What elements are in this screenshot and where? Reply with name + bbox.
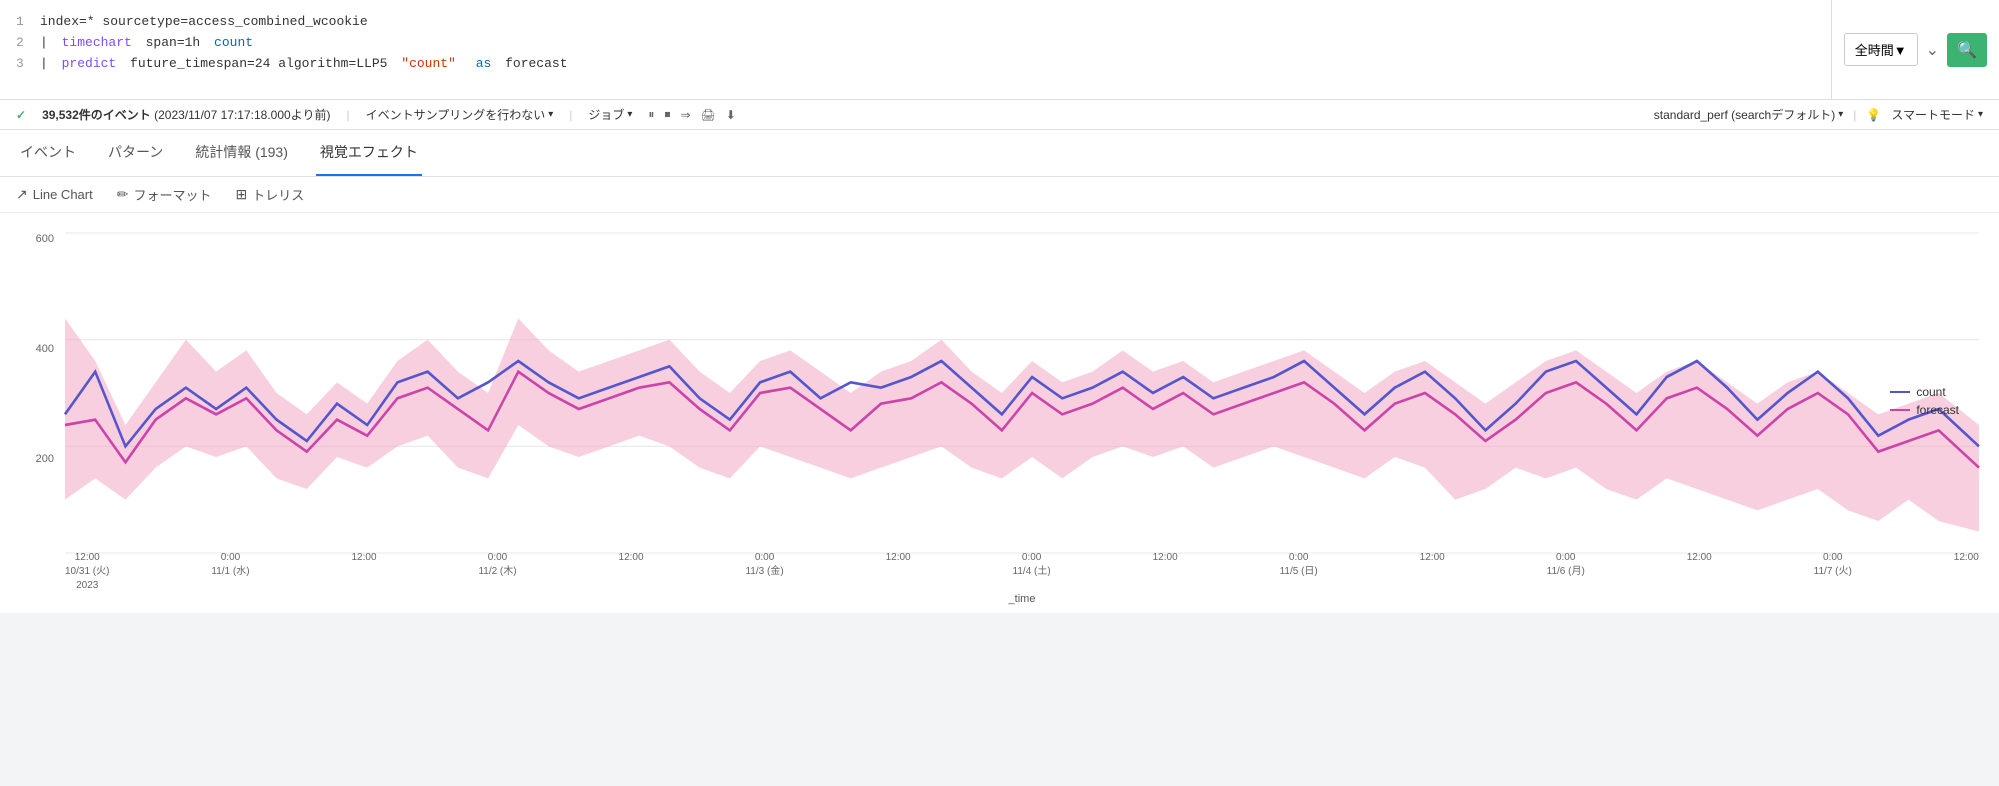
sampling-dropdown[interactable]: イベントサンプリングを行わない <box>366 106 554 123</box>
perf-dropdown[interactable]: standard_perf (searchデフォルト) <box>1654 106 1843 123</box>
x-label-1104-12: 12:00 <box>1153 551 1178 593</box>
x-label-1031-12: 12:0010/31 (火)2023 <box>65 551 109 593</box>
status-events: 39,532件のイベント (2023/11/07 17:17:18.000より前… <box>42 106 330 123</box>
chart-container: 600 400 200 12:0010/31 (火)2 <box>0 213 1999 613</box>
trellis-icon: ⊞ <box>235 186 247 203</box>
x-label-1101-12: 12:00 <box>351 551 376 593</box>
x-label-1103-12: 12:00 <box>886 551 911 593</box>
x-label-1105-00: 0:0011/5 (日) <box>1280 551 1318 593</box>
y-label-400: 400 <box>36 343 54 355</box>
bulb-icon: 💡 <box>1866 108 1881 122</box>
y-label-600: 600 <box>36 233 54 245</box>
expand-button[interactable]: ⌄ <box>1926 40 1939 60</box>
time-selector[interactable]: 全時間▼ <box>1844 33 1918 66</box>
chart-svg <box>65 233 1979 553</box>
search-icon: 🔍 <box>1957 40 1977 60</box>
x-label-1105-12: 12:00 <box>1420 551 1445 593</box>
query-line-2: 2 | timechart span=1h count <box>16 33 1815 54</box>
x-label-1102-00: 0:0011/2 (木) <box>478 551 516 593</box>
search-button[interactable]: 🔍 <box>1947 33 1987 67</box>
status-bar: ✓ 39,532件のイベント (2023/11/07 17:17:18.000よ… <box>0 100 1999 130</box>
trellis-label: トレリス <box>252 185 304 204</box>
legend-count-line <box>1890 391 1910 393</box>
chart-plot-area <box>65 233 1979 553</box>
x-axis: 12:0010/31 (火)2023 0:0011/1 (水) 12:00 0:… <box>65 551 1979 593</box>
status-icons: ⏸ ⏹ ⇒ 🖨 ⬇ <box>648 107 735 122</box>
download-icon[interactable]: ⬇ <box>726 108 736 122</box>
line-chart-label: Line Chart <box>33 187 93 202</box>
query-controls: 全時間▼ ⌄ 🔍 <box>1831 0 1999 99</box>
tab-statistics[interactable]: 統計情報 (193) <box>191 130 292 176</box>
x-label-1107-00: 0:0011/7 (火) <box>1814 551 1852 593</box>
tab-patterns[interactable]: パターン <box>104 130 167 176</box>
x-label-1107-12: 12:00 <box>1954 551 1979 593</box>
refresh-icon[interactable]: ⇒ <box>680 108 690 122</box>
smart-mode-dropdown[interactable]: スマートモード <box>1891 106 1983 123</box>
tabs-bar: イベント パターン 統計情報 (193) 視覚エフェクト <box>0 130 1999 177</box>
print-icon[interactable]: 🖨 <box>701 108 716 122</box>
line-chart-icon: ↗ <box>16 186 28 203</box>
y-label-200: 200 <box>36 453 54 465</box>
legend-count: count <box>1890 385 1959 399</box>
status-check: ✓ <box>16 108 26 122</box>
tab-visualization[interactable]: 視覚エフェクト <box>316 130 422 176</box>
query-line-3: 3 | predict future_timespan=24 algorithm… <box>16 54 1815 75</box>
count-string: "count" <box>401 54 456 75</box>
legend-forecast-line <box>1890 409 1910 411</box>
legend-forecast-label: forecast <box>1916 403 1959 417</box>
line-num-3: 3 <box>16 54 34 75</box>
pause-icon[interactable]: ⏸ <box>648 107 654 122</box>
count-keyword: count <box>214 33 253 54</box>
trellis-button[interactable]: ⊞ トレリス <box>235 185 304 204</box>
format-label: フォーマット <box>133 185 211 204</box>
sub-toolbar: ↗ Line Chart ✏ フォーマット ⊞ トレリス <box>0 177 1999 213</box>
x-label-1104-00: 0:0011/4 (土) <box>1013 551 1051 593</box>
legend-count-label: count <box>1916 385 1945 399</box>
query-bar: 1 index=* sourcetype=access_combined_wco… <box>0 0 1999 100</box>
timechart-cmd: timechart <box>62 33 132 54</box>
line-num-2: 2 <box>16 33 34 54</box>
chart-wrap: 600 400 200 12:0010/31 (火)2 <box>20 233 1979 613</box>
format-button[interactable]: ✏ フォーマット <box>117 185 212 204</box>
stop-icon[interactable]: ⏹ <box>664 107 670 122</box>
x-label-1103-00: 0:0011/3 (金) <box>745 551 783 593</box>
status-right: standard_perf (searchデフォルト) | 💡 スマートモード <box>1654 106 1983 123</box>
x-label-1101-00: 0:0011/1 (水) <box>211 551 249 593</box>
jobs-dropdown[interactable]: ジョブ <box>588 106 632 123</box>
y-axis: 600 400 200 <box>20 233 60 563</box>
x-label-1102-12: 12:00 <box>619 551 644 593</box>
legend-forecast: forecast <box>1890 403 1959 417</box>
x-label-1106-00: 0:0011/6 (月) <box>1547 551 1585 593</box>
query-editor[interactable]: 1 index=* sourcetype=access_combined_wco… <box>0 0 1831 99</box>
x-axis-title: _time <box>65 591 1979 613</box>
format-icon: ✏ <box>117 186 129 203</box>
query-text-1: index=* sourcetype=access_combined_wcook… <box>40 12 368 33</box>
x-label-1106-12: 12:00 <box>1687 551 1712 593</box>
as-keyword: as <box>476 54 492 75</box>
tab-events[interactable]: イベント <box>16 130 80 176</box>
line-chart-button[interactable]: ↗ Line Chart <box>16 186 93 203</box>
confidence-band <box>65 318 1979 531</box>
chart-legend: count forecast <box>1890 385 1959 421</box>
query-line-1: 1 index=* sourcetype=access_combined_wco… <box>16 12 1815 33</box>
predict-cmd: predict <box>62 54 117 75</box>
line-num-1: 1 <box>16 12 34 33</box>
